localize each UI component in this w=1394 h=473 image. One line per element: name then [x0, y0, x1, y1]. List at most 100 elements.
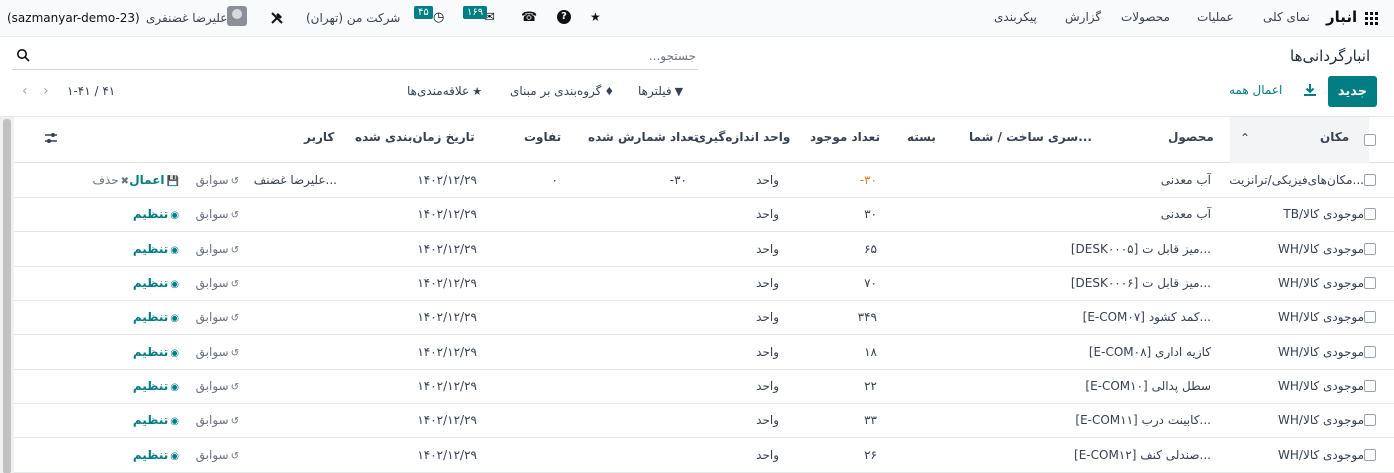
- cell-scheduled-date[interactable]: ۱۴۰۲/۱۲/۲۹: [417, 379, 477, 393]
- scrollbar-track[interactable]: [0, 117, 14, 473]
- history-button[interactable]: سوابق ↺: [196, 207, 239, 221]
- header-scheduled-date[interactable]: تاریخ زمان‌بندی شده: [355, 130, 475, 144]
- row-checkbox[interactable]: [1364, 380, 1376, 392]
- header-user[interactable]: کاربر: [304, 130, 334, 144]
- scrollbar-thumb[interactable]: [3, 119, 11, 473]
- row-checkbox[interactable]: [1364, 449, 1376, 461]
- cell-user[interactable]: علیرضا غضنف...: [254, 173, 337, 187]
- row-checkbox[interactable]: [1364, 243, 1376, 255]
- table-row[interactable]: WH/موجودی کالا [E-COM۱۲] صندلی کنف... ۲۶ وا…: [14, 439, 1394, 473]
- header-lot[interactable]: سری ساخت / شما...: [969, 130, 1092, 144]
- cell-location[interactable]: WH/موجودی کالا: [1278, 379, 1364, 393]
- table-row[interactable]: مکان‌های‌فیزیکی/ترانزیت... آب معدنی -۳۰ واح…: [14, 164, 1394, 198]
- table-row[interactable]: WH/موجودی کالا [E-COM۱۰] سطل پدالی ۲۲ واحد ۱…: [14, 370, 1394, 404]
- header-product[interactable]: محصول: [1168, 130, 1214, 144]
- company-switcher[interactable]: شرکت من (تهران): [306, 11, 400, 25]
- pager-next-icon[interactable]: ›: [43, 83, 49, 99]
- cell-product[interactable]: آب معدنی: [1161, 207, 1211, 221]
- row-checkbox[interactable]: [1364, 346, 1376, 358]
- app-brand[interactable]: انبار: [1326, 8, 1357, 26]
- cell-scheduled-date[interactable]: ۱۴۰۲/۱۲/۲۹: [417, 413, 477, 427]
- header-location[interactable]: مکان: [1320, 130, 1349, 144]
- table-row[interactable]: WH/موجودی کالا [E-COM۱۱] کابینت درب... ۳۳ و…: [14, 404, 1394, 438]
- header-counted[interactable]: تعداد شمارش شده: [588, 130, 698, 144]
- menu-configuration[interactable]: پیکربندی: [994, 10, 1037, 24]
- history-button[interactable]: سوابق ↺: [196, 379, 239, 393]
- history-button[interactable]: سوابق ↺: [196, 276, 239, 290]
- cell-scheduled-date[interactable]: ۱۴۰۲/۱۲/۲۹: [417, 345, 477, 359]
- clock-icon[interactable]: ◷: [433, 10, 444, 25]
- set-button[interactable]: تنظیم ◉: [133, 345, 179, 359]
- help-icon[interactable]: ?: [557, 10, 571, 24]
- history-button[interactable]: سوابق ↺: [196, 173, 239, 187]
- cell-product[interactable]: [E-COM۰۷] کمد کشود...: [1083, 310, 1211, 324]
- history-button[interactable]: سوابق ↺: [196, 345, 239, 359]
- cell-location[interactable]: WH/موجودی کالا: [1278, 242, 1364, 256]
- row-checkbox[interactable]: [1364, 208, 1376, 220]
- cell-scheduled-date[interactable]: ۱۴۰۲/۱۲/۲۹: [417, 207, 477, 221]
- favorites-button[interactable]: علاقه‌مندی‌ها ★: [407, 84, 482, 98]
- pager-previous-icon[interactable]: ‹: [22, 83, 28, 99]
- cell-location[interactable]: WH/موجودی کالا: [1278, 310, 1364, 324]
- cell-scheduled-date[interactable]: ۱۴۰۲/۱۲/۲۹: [417, 310, 477, 324]
- apply-all-button[interactable]: اعمال همه: [1229, 83, 1282, 97]
- cell-scheduled-date[interactable]: ۱۴۰۲/۱۲/۲۹: [417, 276, 477, 290]
- set-button[interactable]: تنظیم ◉: [133, 448, 179, 462]
- download-icon[interactable]: [1303, 83, 1317, 97]
- support-icon[interactable]: ☎: [521, 10, 537, 25]
- search-icon[interactable]: [16, 48, 30, 62]
- set-button[interactable]: تنظیم ◉: [133, 242, 179, 256]
- cell-product[interactable]: [DESK۰۰۰۵] میز قابل ت...: [1071, 242, 1211, 256]
- filters-button[interactable]: فیلترها ▼: [638, 84, 683, 98]
- search-input[interactable]: [96, 46, 696, 66]
- header-on-hand[interactable]: تعداد موجود: [810, 130, 880, 144]
- apps-menu-icon[interactable]: [1365, 12, 1378, 25]
- cell-counted[interactable]: -۳۰: [670, 173, 687, 187]
- set-button[interactable]: تنظیم ◉: [133, 207, 179, 221]
- cell-product[interactable]: [E-COM۱۰] سطل پدالی: [1085, 379, 1211, 393]
- cell-location[interactable]: TB/موجودی کالا: [1283, 207, 1364, 221]
- table-row[interactable]: WH/موجودی کالا [E-COM۰۷] کمد کشود... ۳۴۹ وا…: [14, 301, 1394, 335]
- history-button[interactable]: سوابق ↺: [196, 310, 239, 324]
- row-checkbox[interactable]: [1364, 277, 1376, 289]
- menu-overview[interactable]: نمای کلی: [1263, 10, 1310, 24]
- column-options-icon[interactable]: [44, 131, 58, 145]
- new-button[interactable]: جدید: [1328, 76, 1377, 107]
- apply-button[interactable]: اعمال 💾: [129, 173, 179, 187]
- sort-up-icon[interactable]: ⌃: [1240, 131, 1250, 145]
- menu-operations[interactable]: عملیات: [1197, 10, 1234, 24]
- history-button[interactable]: سوابق ↺: [196, 448, 239, 462]
- row-checkbox[interactable]: [1364, 414, 1376, 426]
- cell-location[interactable]: WH/موجودی کالا: [1278, 345, 1364, 359]
- cell-product[interactable]: [DESK۰۰۰۶] میز قابل ت...: [1071, 276, 1211, 290]
- cell-location[interactable]: WH/موجودی کالا: [1278, 276, 1364, 290]
- select-all-checkbox[interactable]: [1364, 134, 1376, 146]
- row-checkbox[interactable]: [1364, 311, 1376, 323]
- pager-value[interactable]: ۱-۴۱ / ۴۱: [67, 84, 115, 98]
- history-button[interactable]: سوابق ↺: [196, 242, 239, 256]
- user-name[interactable]: علیرضا غضنفری: [146, 11, 227, 25]
- cell-product[interactable]: آب معدنی: [1161, 173, 1211, 187]
- settings-tools-icon[interactable]: [269, 10, 285, 26]
- table-row[interactable]: WH/موجودی کالا [DESK۰۰۰۵] میز قابل ت... ۶۵…: [14, 233, 1394, 267]
- header-difference[interactable]: تفاوت: [524, 130, 561, 144]
- clear-button[interactable]: حذف ✖: [92, 173, 129, 187]
- groupby-button[interactable]: گروه‌بندی بر مبنای ♦: [510, 84, 614, 98]
- table-row[interactable]: TB/موجودی کالا آب معدنی ۳۰ واحد ۱۴۰۲/۱۲/۲۹ سو…: [14, 198, 1394, 232]
- cell-location[interactable]: WH/موجودی کالا: [1278, 448, 1364, 462]
- cell-product[interactable]: [E-COM۰۸] کازیه اداری: [1089, 345, 1211, 359]
- menu-products[interactable]: محصولات: [1121, 10, 1170, 24]
- header-package[interactable]: بسته: [907, 130, 936, 144]
- table-row[interactable]: WH/موجودی کالا [DESK۰۰۰۶] میز قابل ت... ۷۰…: [14, 267, 1394, 301]
- cell-scheduled-date[interactable]: ۱۴۰۲/۱۲/۲۹: [417, 448, 477, 462]
- set-button[interactable]: تنظیم ◉: [133, 413, 179, 427]
- set-button[interactable]: تنظیم ◉: [133, 276, 179, 290]
- set-button[interactable]: تنظیم ◉: [133, 379, 179, 393]
- cell-scheduled-date[interactable]: ۱۴۰۲/۱۲/۲۹: [417, 173, 477, 187]
- cell-product[interactable]: [E-COM۱۲] صندلی کنف...: [1074, 448, 1211, 462]
- user-avatar[interactable]: [227, 6, 247, 26]
- cell-product[interactable]: [E-COM۱۱] کابینت درب...: [1075, 413, 1211, 427]
- set-button[interactable]: تنظیم ◉: [133, 310, 179, 324]
- table-row[interactable]: WH/موجودی کالا [E-COM۰۸] کازیه اداری ۱۸ واح…: [14, 336, 1394, 370]
- debug-icon[interactable]: ★: [590, 10, 601, 24]
